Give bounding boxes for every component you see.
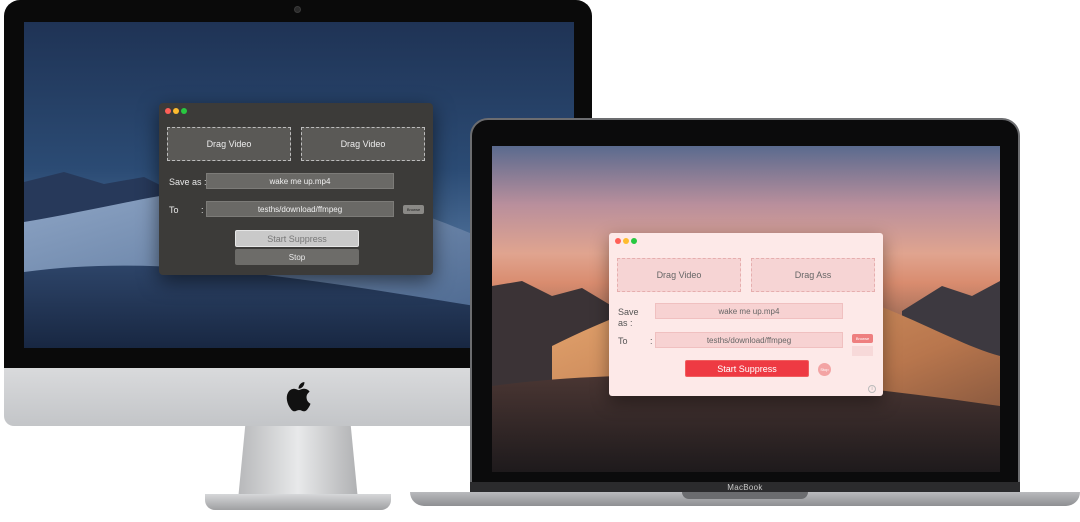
macbook-brand-label: MacBook bbox=[727, 483, 763, 492]
close-button[interactable] bbox=[615, 238, 621, 244]
to-colon: : bbox=[201, 205, 204, 215]
save-as-field[interactable]: wake me up.mp4 bbox=[655, 303, 843, 319]
imac-stand-foot bbox=[205, 494, 391, 510]
start-suppress-button[interactable]: Start Suppress bbox=[235, 230, 359, 247]
drop-zone-label: Drag Ass bbox=[794, 270, 832, 280]
info-icon[interactable]: i bbox=[868, 385, 876, 393]
output-path-field[interactable]: tesths/download/ffmpeg bbox=[655, 332, 843, 348]
save-as-value: wake me up.mp4 bbox=[718, 306, 780, 316]
drop-zone-label: Drag Video bbox=[340, 139, 386, 149]
zoom-button[interactable] bbox=[631, 238, 637, 244]
close-button[interactable] bbox=[165, 108, 171, 114]
save-as-field[interactable]: wake me up.mp4 bbox=[206, 173, 394, 189]
minimize-button[interactable] bbox=[623, 238, 629, 244]
browse-button-shadow bbox=[852, 346, 873, 356]
drop-zone-label: Drag Video bbox=[656, 270, 702, 280]
app-window-light[interactable]: Drag Video Drag Ass Save as : wake me up… bbox=[609, 233, 883, 396]
output-path-field[interactable]: tesths/download/ffmpeg bbox=[206, 201, 394, 217]
to-label: To bbox=[618, 336, 628, 346]
drag-video-zone-1[interactable]: Drag Video bbox=[167, 127, 291, 161]
app-window-dark[interactable]: Drag Video Drag Video Save as : wake me … bbox=[159, 103, 433, 275]
zoom-button[interactable] bbox=[181, 108, 187, 114]
drag-video-zone-2[interactable]: Drag Video bbox=[301, 127, 425, 161]
minimize-button[interactable] bbox=[173, 108, 179, 114]
apple-logo-icon bbox=[286, 382, 311, 412]
imac-stand-neck bbox=[238, 426, 358, 500]
browse-label: Browse bbox=[855, 336, 870, 341]
save-as-label-line2: as : bbox=[618, 318, 633, 328]
stop-label: Stop bbox=[288, 252, 306, 262]
start-suppress-label: Start Suppress bbox=[267, 233, 327, 244]
info-glyph: i bbox=[871, 386, 873, 392]
macbook-notch bbox=[682, 492, 808, 499]
output-path-value: tesths/download/ffmpeg bbox=[706, 335, 792, 345]
save-as-label: Save as : bbox=[169, 177, 207, 187]
output-path-value: tesths/download/ffmpeg bbox=[257, 204, 343, 214]
stop-button[interactable]: Stop bbox=[818, 363, 831, 376]
start-suppress-button[interactable]: Start Suppress bbox=[685, 360, 809, 377]
start-suppress-label: Start Suppress bbox=[717, 363, 777, 374]
to-colon: : bbox=[650, 336, 653, 346]
save-as-value: wake me up.mp4 bbox=[269, 176, 331, 186]
browse-button[interactable]: Browse bbox=[403, 205, 424, 214]
to-label: To bbox=[169, 205, 179, 215]
browse-label: Browse bbox=[406, 207, 421, 212]
save-as-label-line1: Save bbox=[618, 307, 639, 317]
drag-subtitle-zone[interactable]: Drag Ass bbox=[751, 258, 875, 292]
stop-label: Stop bbox=[820, 367, 829, 372]
camera-icon bbox=[294, 6, 301, 13]
drag-video-zone[interactable]: Drag Video bbox=[617, 258, 741, 292]
browse-button[interactable]: Browse bbox=[852, 334, 873, 343]
stop-button[interactable]: Stop bbox=[235, 249, 359, 265]
drop-zone-label: Drag Video bbox=[206, 139, 252, 149]
